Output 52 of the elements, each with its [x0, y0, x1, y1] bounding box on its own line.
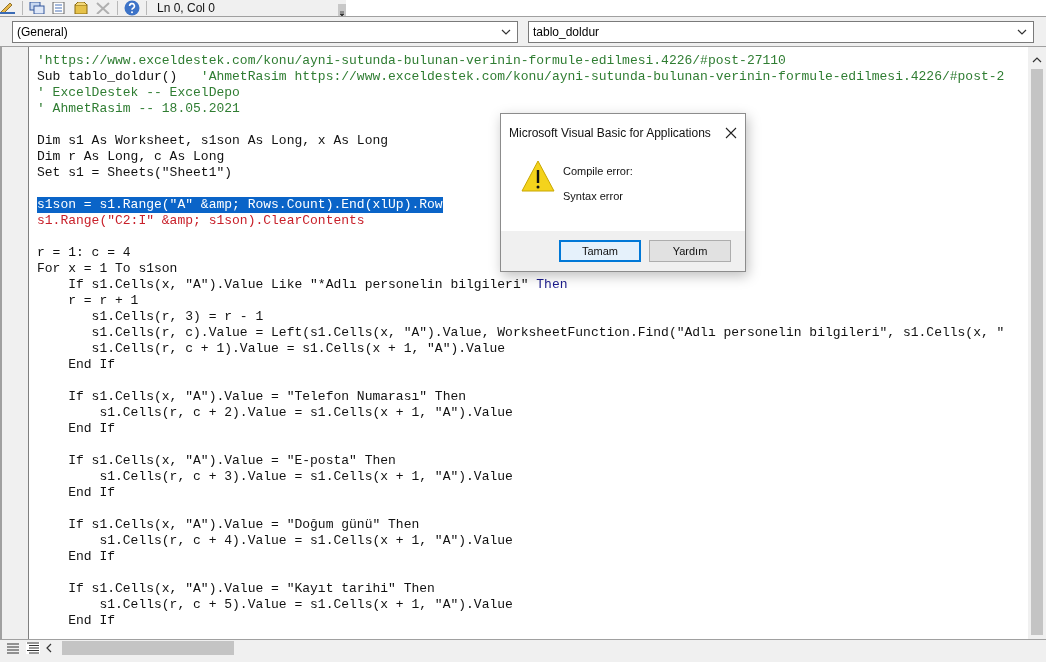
code-line: s1.Cells(r, c + 2).Value = s1.Cells(x + 1, "A").Value: [98, 405, 513, 421]
code-line: Dim s1 As Worksheet, s1son As Long, x As Long: [37, 133, 389, 149]
help-icon[interactable]: [124, 0, 140, 16]
dialog-button[interactable]: Tamam: [559, 240, 641, 262]
code-line: End If: [67, 613, 115, 629]
properties-sheet-icon[interactable]: [51, 2, 67, 14]
code-line: If s1.Cells(x, "A").Value = "Telefon Numarası" Then: [67, 389, 467, 405]
dialog-title: Microsoft Visual Basic for Applications: [509, 126, 711, 140]
box-icon[interactable]: [73, 2, 89, 14]
scroll-left-icon[interactable]: [46, 643, 52, 653]
code-line: ' ExcelDestek -- ExcelDepo: [37, 85, 240, 101]
code-line: If s1.Cells(x, "A").Value = "Doğum günü" Then: [67, 517, 420, 533]
code-line: r = r + 1: [67, 293, 139, 309]
code-line: s1.Cells(r, c + 1).Value = s1.Cells(x + 1, "A").Value: [90, 341, 506, 357]
procedure-view-icon[interactable]: [6, 642, 20, 654]
code-line: If s1.Cells(x, "A").Value = "E-posta" Then: [67, 453, 396, 469]
scrollbar-thumb[interactable]: [62, 641, 234, 655]
code-line: r = 1: c = 4: [37, 245, 131, 261]
code-line: Set s1 = Sheets("Sheet1"): [37, 165, 233, 181]
code-line: For x = 1 To s1son: [37, 261, 178, 277]
code-line: End If: [67, 485, 115, 501]
code-line: End If: [67, 357, 115, 373]
code-line: End If: [67, 421, 115, 437]
code-line: s1.Cells(r, 3) = r - 1: [90, 309, 264, 325]
code-line: s1.Cells(r, c + 4).Value = s1.Cells(x + 1, "A").Value: [98, 533, 513, 549]
code-line: s1.Range("C2:I" &amp; s1son).ClearContents: [37, 213, 365, 229]
project-tree-icon[interactable]: [29, 2, 45, 14]
warning-icon: [521, 160, 555, 192]
code-line: ' AhmetRasim -- 18.05.2021: [37, 101, 240, 117]
scrollbar-thumb[interactable]: [1031, 69, 1043, 635]
error-message: Syntax error: [563, 190, 624, 202]
full-module-view-icon[interactable]: [26, 642, 40, 654]
error-heading: Compile error:: [563, 165, 633, 177]
code-line: 'https://www.exceldestek.com/konu/ayni-sutunda-bulunan-verinin-formule-edilmesi.4226/#post-27110: [37, 53, 786, 69]
close-icon[interactable]: [725, 127, 737, 139]
code-line: If s1.Cells(x, "A").Value Like "*Adlı personelin bilgileri" Then: [67, 277, 568, 293]
ruler-pencil-icon[interactable]: [0, 2, 16, 14]
code-line: If s1.Cells(x, "A").Value = "Kayıt tarihi" Then: [67, 581, 435, 597]
cursor-position: Ln 0, Col 0: [156, 1, 217, 15]
code-line: s1.Cells(r, c + 5).Value = s1.Cells(x + 1, "A").Value: [98, 597, 513, 613]
code-line: Dim r As Long, c As Long: [37, 149, 225, 165]
dialog-button[interactable]: Yardım: [649, 240, 731, 262]
code-line: s1.Cells(r, c + 3).Value = s1.Cells(x + 1, "A").Value: [98, 469, 513, 485]
caret-icon: [1017, 29, 1027, 35]
dropdown[interactable]: (General): [12, 21, 518, 43]
code-line: End If: [67, 549, 115, 565]
dropdown[interactable]: tablo_doldur: [528, 21, 1034, 43]
code-line: Sub tablo_doldur() 'AhmetRasim https://www.exceldestek.com/konu/ayni-sutunda-bulunan-verinin-formule-edilmesi.4226/#post-2: [37, 69, 1005, 85]
toolbar-overflow-icon[interactable]: [338, 4, 346, 16]
caret-icon: [501, 29, 511, 35]
code-line: s1.Cells(r, c).Value = Left(s1.Cells(x, "A").Value, WorksheetFunction.Find("Adlı personelin bilgileri", s1.Cells(x, ": [90, 325, 1005, 341]
scroll-up-icon[interactable]: [1032, 57, 1042, 63]
